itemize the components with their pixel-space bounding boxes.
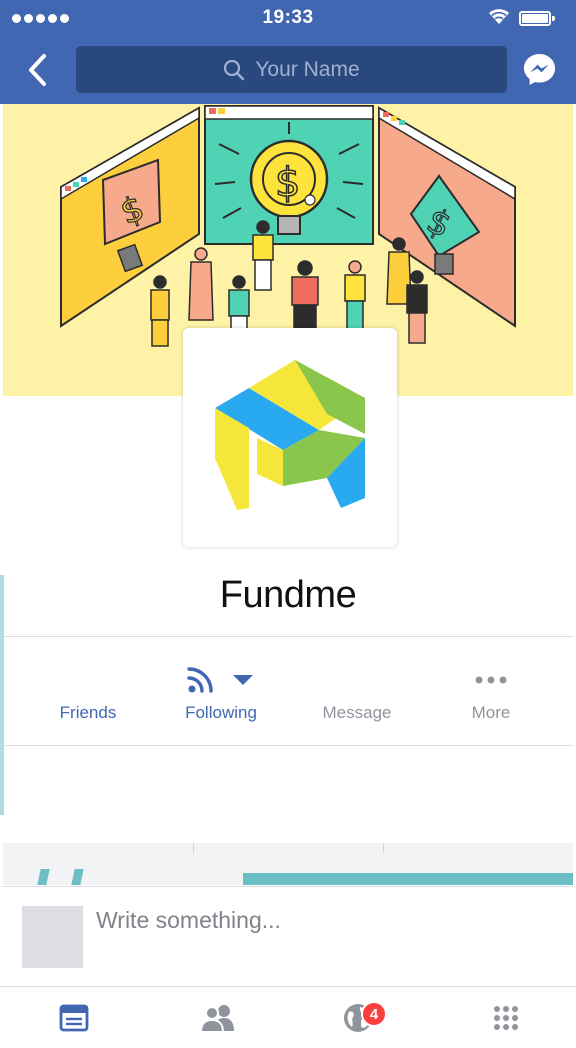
- post-composer: Write something...: [3, 886, 573, 986]
- messenger-icon[interactable]: [522, 52, 557, 87]
- fundme-logo: [215, 359, 365, 510]
- background-edge-decoration: [0, 575, 4, 815]
- battery-icon: [519, 11, 555, 26]
- avatar: [22, 906, 83, 968]
- wifi-icon: [489, 9, 509, 24]
- write-post-input[interactable]: Write something...: [96, 907, 281, 934]
- top-navigation-bar: 19:33 Your Name: [0, 0, 576, 104]
- more-label: More: [471, 703, 511, 722]
- friends-label: Friends: [59, 703, 117, 722]
- profile-picture[interactable]: [183, 328, 397, 547]
- more-dots-icon: [475, 676, 507, 684]
- tab-friends[interactable]: [178, 987, 258, 1048]
- svg-text:$: $: [275, 160, 300, 206]
- rss-feed-icon: [187, 667, 213, 693]
- strip-accent: [37, 869, 50, 885]
- friends-icon: [200, 1005, 234, 1033]
- notification-badge: 4: [361, 1001, 387, 1027]
- search-placeholder: Your Name: [255, 57, 360, 81]
- following-label: Following: [185, 703, 257, 722]
- page-title: Fundme: [219, 574, 357, 616]
- more-button[interactable]: More: [421, 660, 561, 730]
- message-button[interactable]: Message: [287, 660, 427, 730]
- bottom-tab-bar: 4: [0, 986, 576, 1048]
- background-strip: [3, 843, 573, 885]
- divider-top: [3, 636, 573, 637]
- news-feed-icon: [59, 1004, 89, 1032]
- friends-button[interactable]: Friends: [18, 660, 158, 730]
- back-button[interactable]: [20, 50, 54, 90]
- following-button[interactable]: Following: [151, 660, 291, 730]
- chevron-down-icon: [233, 675, 253, 685]
- strip-accent: [71, 869, 84, 885]
- divider-bottom: [3, 745, 573, 746]
- strip-accent: [243, 873, 573, 885]
- back-chevron-icon: [29, 54, 46, 86]
- strip-separator: [383, 843, 384, 853]
- status-bar: 19:33: [0, 0, 576, 36]
- search-icon: [224, 59, 245, 80]
- search-field[interactable]: Your Name: [76, 46, 507, 93]
- message-label: Message: [322, 703, 392, 722]
- tab-notifications[interactable]: 4: [318, 987, 398, 1048]
- tab-menu[interactable]: [466, 987, 546, 1048]
- tab-news-feed[interactable]: [34, 987, 114, 1048]
- strip-separator: [193, 843, 194, 853]
- grid-menu-icon: [494, 1006, 518, 1030]
